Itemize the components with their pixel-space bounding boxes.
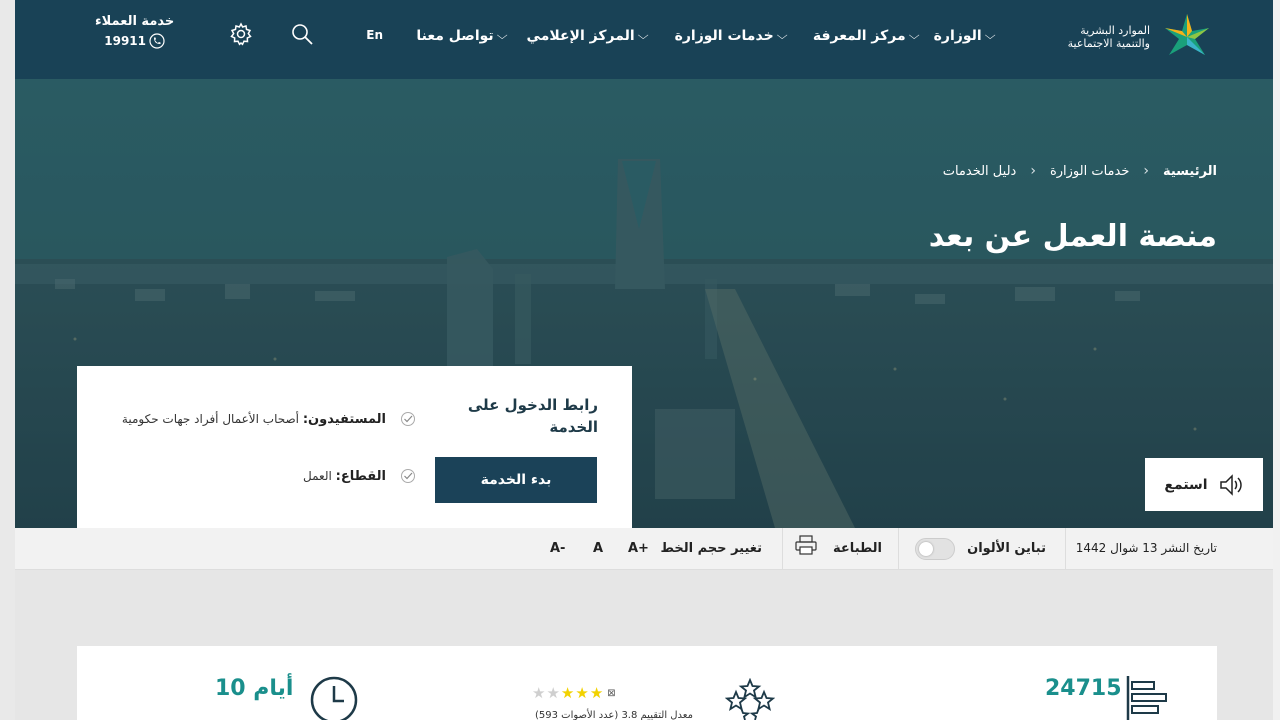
beneficiaries-info: المستفيدون: أصحاب الأعمال أفراد جهات حكو… (116, 408, 415, 431)
check-circle-icon (401, 469, 415, 483)
rating-stars[interactable]: ★ ★ ★ ★ ★ ⊠ (532, 684, 616, 702)
chevron-down-icon: ⌵ (908, 29, 920, 42)
service-stats-card: 24715 ★ ★ ★ ★ ★ ⊠ معدل التقييم 3.8 (عدد … (77, 646, 1217, 720)
nav-label: الوزارة (933, 28, 982, 44)
logo-star-icon (1165, 14, 1209, 55)
nav-item-ministry[interactable]: الوزارة ⌵ (933, 28, 996, 44)
rating-note: معدل التقييم 3.8 (عدد الأصوات 593) (535, 710, 693, 720)
site-header: الموارد البشرية والتنمية الاجتماعية الوز… (15, 0, 1280, 79)
breadcrumb-home[interactable]: الرئيسية (1163, 164, 1217, 179)
contrast-toggle[interactable] (915, 538, 955, 560)
settings-gear-icon[interactable] (229, 22, 253, 46)
sector-value: العمل (303, 469, 332, 483)
star-empty-icon[interactable]: ★ (532, 684, 545, 702)
sector-info: القطاع: العمل (116, 465, 415, 488)
service-duration: 10 أيام (215, 676, 294, 701)
page-title: منصة العمل عن بعد (928, 219, 1217, 254)
font-increase-button[interactable]: A+ (628, 541, 649, 556)
clock-icon (310, 676, 358, 720)
nav-label: خدمات الوزارة (674, 28, 774, 44)
divider (898, 528, 899, 570)
search-icon[interactable] (290, 22, 314, 46)
language-switch[interactable]: En (366, 28, 383, 42)
page-frame: الموارد البشرية والتنمية الاجتماعية الوز… (15, 0, 1280, 720)
star-empty-icon[interactable]: ★ (546, 684, 559, 702)
print-label[interactable]: الطباعة (833, 541, 882, 556)
font-decrease-button[interactable]: A- (550, 541, 565, 556)
start-service-button[interactable]: بدء الخدمة (435, 457, 597, 503)
nav-item-knowledge-center[interactable]: مركز المعرفة ⌵ (812, 28, 920, 44)
chevron-down-icon: ⌵ (496, 29, 508, 42)
breadcrumb-services-guide[interactable]: دليل الخدمات (943, 164, 1017, 179)
check-circle-icon (401, 412, 415, 426)
customer-service-phone: 19911 (104, 34, 146, 48)
listen-button[interactable]: استمع (1145, 458, 1263, 511)
star-filled-icon[interactable]: ★ (561, 684, 574, 702)
nav-item-media-center[interactable]: المركز الإعلامي ⌵ (526, 28, 649, 44)
star-filled-icon[interactable]: ★ (590, 684, 603, 702)
speaker-icon (1219, 473, 1242, 496)
stars-rating-icon (725, 678, 775, 720)
contrast-label: تباين الألوان (967, 541, 1046, 556)
chevron-down-icon: ⌵ (776, 29, 788, 42)
nav-item-ministry-services[interactable]: خدمات الوزارة ⌵ (674, 28, 788, 44)
listen-label: استمع (1164, 476, 1208, 493)
chevron-left-icon: ‹ (1143, 163, 1149, 179)
customer-service-label: خدمة العملاء (95, 14, 175, 29)
ministry-logo[interactable]: الموارد البشرية والتنمية الاجتماعية (1068, 12, 1218, 62)
bar-chart-icon (1126, 676, 1167, 720)
scrollbar[interactable] (1273, 0, 1280, 720)
publish-date: تاريخ النشر 13 شوال 1442 (1075, 541, 1217, 555)
beneficiaries-value: أصحاب الأعمال أفراد جهات حكومية (121, 412, 300, 426)
clear-rating-icon[interactable]: ⊠ (607, 688, 615, 699)
font-size-label: تغيير حجم الخط (660, 541, 762, 556)
page-tools-bar: تاريخ النشر 13 شوال 1442 تباين الألوان ا… (15, 528, 1280, 570)
nav-item-contact-us[interactable]: تواصل معنا ⌵ (416, 28, 508, 44)
phone-icon (149, 33, 165, 49)
breadcrumb: الرئيسية ‹ خدمات الوزارة ‹ دليل الخدمات (943, 163, 1217, 179)
beneficiaries-label: المستفيدون: (302, 412, 386, 427)
service-card: رابط الدخول على الخدمة بدء الخدمة المستف… (77, 366, 632, 528)
chevron-down-icon: ⌵ (637, 29, 649, 42)
chevron-down-icon: ⌵ (984, 29, 996, 42)
divider (1065, 528, 1066, 570)
nav-label: المركز الإعلامي (526, 28, 635, 44)
logo-line-2: والتنمية الاجتماعية (1067, 37, 1150, 50)
breadcrumb-ministry-services[interactable]: خدمات الوزارة (1050, 164, 1129, 179)
nav-label: مركز المعرفة (812, 28, 906, 44)
printer-icon[interactable] (794, 534, 818, 556)
font-reset-button[interactable]: A (593, 541, 603, 556)
star-filled-icon[interactable]: ★ (575, 684, 588, 702)
logo-line-1: الموارد البشرية (1080, 24, 1150, 37)
visits-count: 24715 (1045, 676, 1122, 701)
chevron-left-icon: ‹ (1030, 163, 1036, 179)
sector-label: القطاع: (335, 469, 386, 484)
nav-label: تواصل معنا (416, 28, 494, 44)
customer-service[interactable]: خدمة العملاء 19911 (95, 14, 174, 49)
service-link-title: رابط الدخول على الخدمة (467, 396, 598, 436)
divider (782, 528, 783, 570)
